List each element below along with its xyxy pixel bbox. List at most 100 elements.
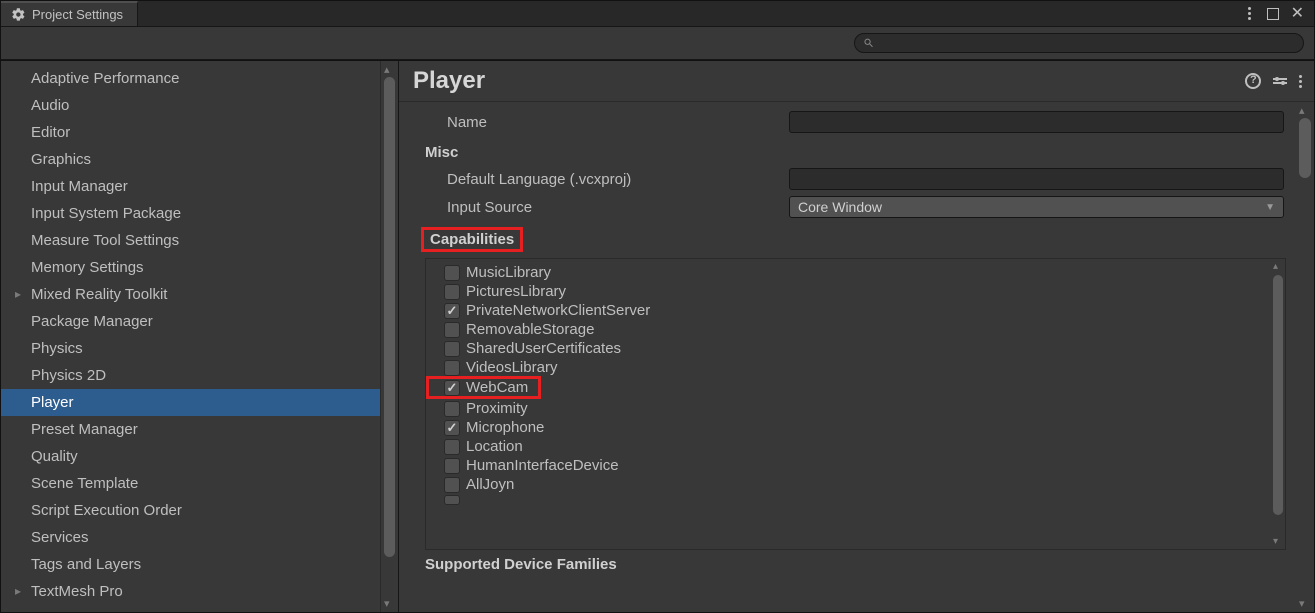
capability-label: HumanInterfaceDevice bbox=[466, 457, 619, 474]
preset-icon[interactable] bbox=[1273, 78, 1287, 84]
sidebar-item-tags-and-layers[interactable]: Tags and Layers bbox=[1, 551, 380, 578]
maximize-icon[interactable] bbox=[1267, 8, 1279, 20]
capability-label: SharedUserCertificates bbox=[466, 340, 621, 357]
checkbox[interactable] bbox=[444, 401, 460, 417]
checkbox[interactable] bbox=[444, 322, 460, 338]
sidebar-item-script-execution-order[interactable]: Script Execution Order bbox=[1, 497, 380, 524]
scroll-up-icon[interactable]: ▴ bbox=[1299, 104, 1305, 117]
capability-microphone[interactable]: Microphone bbox=[426, 418, 1285, 437]
tab-label: Project Settings bbox=[32, 7, 123, 22]
checkbox[interactable] bbox=[444, 341, 460, 357]
menu-icon[interactable] bbox=[1299, 75, 1302, 88]
sidebar-item-input-system-package[interactable]: Input System Package bbox=[1, 200, 380, 227]
capability-label: Microphone bbox=[466, 419, 544, 436]
help-icon[interactable] bbox=[1245, 73, 1261, 89]
sidebar-item-services[interactable]: Services bbox=[1, 524, 380, 551]
capability-proximity[interactable]: Proximity bbox=[426, 399, 1285, 418]
name-input[interactable] bbox=[789, 111, 1284, 133]
checkbox[interactable] bbox=[444, 380, 460, 396]
checkbox[interactable] bbox=[444, 265, 460, 281]
search-bar bbox=[1, 27, 1314, 60]
chevron-down-icon: ▼ bbox=[1265, 202, 1275, 213]
capability-label: RemovableStorage bbox=[466, 321, 594, 338]
sidebar-item-graphics[interactable]: Graphics bbox=[1, 146, 380, 173]
sidebar-item-quality[interactable]: Quality bbox=[1, 443, 380, 470]
search-input[interactable] bbox=[881, 36, 1295, 50]
capability-label: PicturesLibrary bbox=[466, 283, 566, 300]
project-settings-window: Project Settings ✕ Adaptive PerformanceA… bbox=[0, 0, 1315, 613]
sidebar-item-editor[interactable]: Editor bbox=[1, 119, 380, 146]
capability-alljoyn[interactable]: AllJoyn bbox=[426, 475, 1285, 494]
input-source-dropdown[interactable]: Core Window ▼ bbox=[789, 196, 1284, 218]
capability-humaninterfacedevice[interactable]: HumanInterfaceDevice bbox=[426, 456, 1285, 475]
capability-musiclibrary[interactable]: MusicLibrary bbox=[426, 263, 1285, 282]
titlebar: Project Settings ✕ bbox=[1, 1, 1314, 27]
scroll-down-icon[interactable]: ▾ bbox=[1299, 597, 1305, 610]
close-icon[interactable]: ✕ bbox=[1291, 6, 1304, 22]
capability-label: WebCam bbox=[466, 379, 528, 396]
search-field[interactable] bbox=[854, 33, 1304, 53]
capability-cutoff bbox=[426, 494, 1285, 506]
content-area: Name Misc Default Language (.vcxproj) In… bbox=[399, 102, 1296, 612]
capability-label: MusicLibrary bbox=[466, 264, 551, 281]
capability-location[interactable]: Location bbox=[426, 437, 1285, 456]
scroll-thumb[interactable] bbox=[1273, 275, 1283, 515]
misc-header: Misc bbox=[399, 136, 1296, 165]
supported-families-header: Supported Device Families bbox=[399, 550, 1296, 577]
scroll-thumb[interactable] bbox=[384, 77, 395, 557]
sidebar-item-physics[interactable]: Physics bbox=[1, 335, 380, 362]
scroll-up-icon[interactable]: ▴ bbox=[384, 63, 390, 76]
capability-label: PrivateNetworkClientServer bbox=[466, 302, 650, 319]
default-lang-label: Default Language (.vcxproj) bbox=[399, 171, 789, 188]
sidebar-item-adaptive-performance[interactable]: Adaptive Performance bbox=[1, 65, 380, 92]
sidebar-item-scene-template[interactable]: Scene Template bbox=[1, 470, 380, 497]
tab-project-settings[interactable]: Project Settings bbox=[1, 1, 138, 26]
capability-label: VideosLibrary bbox=[466, 359, 557, 376]
checkbox[interactable] bbox=[444, 439, 460, 455]
capability-privatenetworkclientserver[interactable]: PrivateNetworkClientServer bbox=[426, 301, 1285, 320]
sidebar-item-package-manager[interactable]: Package Manager bbox=[1, 308, 380, 335]
sidebar-item-mixed-reality-toolkit[interactable]: Mixed Reality Toolkit bbox=[1, 281, 380, 308]
capability-label: Proximity bbox=[466, 400, 528, 417]
input-source-label: Input Source bbox=[399, 199, 789, 216]
sidebar-item-physics-2d[interactable]: Physics 2D bbox=[1, 362, 380, 389]
capability-sharedusercertificates[interactable]: SharedUserCertificates bbox=[426, 339, 1285, 358]
checkbox[interactable] bbox=[444, 420, 460, 436]
capability-removablestorage[interactable]: RemovableStorage bbox=[426, 320, 1285, 339]
scroll-down-icon[interactable]: ▾ bbox=[1273, 536, 1278, 547]
checkbox[interactable] bbox=[444, 284, 460, 300]
sidebar-item-audio[interactable]: Audio bbox=[1, 92, 380, 119]
sidebar-item-player[interactable]: Player bbox=[1, 389, 380, 416]
capabilities-list: MusicLibrary PicturesLibrary PrivateNetwor… bbox=[425, 258, 1286, 550]
capability-pictureslibrary[interactable]: PicturesLibrary bbox=[426, 282, 1285, 301]
checkbox[interactable] bbox=[444, 477, 460, 493]
scroll-down-icon[interactable]: ▾ bbox=[384, 597, 390, 610]
checkbox[interactable] bbox=[444, 458, 460, 474]
default-lang-input[interactable] bbox=[789, 168, 1284, 190]
sidebar-item-memory-settings[interactable]: Memory Settings bbox=[1, 254, 380, 281]
dropdown-value: Core Window bbox=[798, 199, 882, 215]
checkbox[interactable] bbox=[444, 303, 460, 319]
sidebar-item-preset-manager[interactable]: Preset Manager bbox=[1, 416, 380, 443]
capability-label: AllJoyn bbox=[466, 476, 514, 493]
kebab-icon[interactable] bbox=[1248, 7, 1251, 20]
checkbox[interactable] bbox=[444, 360, 460, 376]
gear-icon bbox=[11, 7, 26, 22]
sidebar-item-measure-tool-settings[interactable]: Measure Tool Settings bbox=[1, 227, 380, 254]
capabilities-header: Capabilities bbox=[421, 227, 523, 252]
capability-webcam[interactable]: WebCam bbox=[426, 376, 541, 399]
sidebar-item-time[interactable]: Time bbox=[1, 605, 380, 612]
main-scrollbar[interactable]: ▴ ▾ bbox=[1296, 102, 1314, 612]
settings-sidebar: Adaptive PerformanceAudioEditorGraphicsI… bbox=[1, 61, 399, 612]
scroll-thumb[interactable] bbox=[1299, 118, 1311, 178]
sidebar-scrollbar[interactable]: ▴ ▾ bbox=[380, 61, 398, 612]
capabilities-scrollbar[interactable]: ▴ ▾ bbox=[1271, 259, 1285, 549]
sidebar-item-textmesh-pro[interactable]: TextMesh Pro bbox=[1, 578, 380, 605]
window-buttons: ✕ bbox=[1238, 6, 1314, 22]
name-label: Name bbox=[399, 114, 789, 131]
scroll-up-icon[interactable]: ▴ bbox=[1273, 261, 1278, 272]
search-icon bbox=[863, 37, 875, 49]
sidebar-item-input-manager[interactable]: Input Manager bbox=[1, 173, 380, 200]
capability-label: Location bbox=[466, 438, 523, 455]
capability-videoslibrary[interactable]: VideosLibrary bbox=[426, 358, 1285, 377]
